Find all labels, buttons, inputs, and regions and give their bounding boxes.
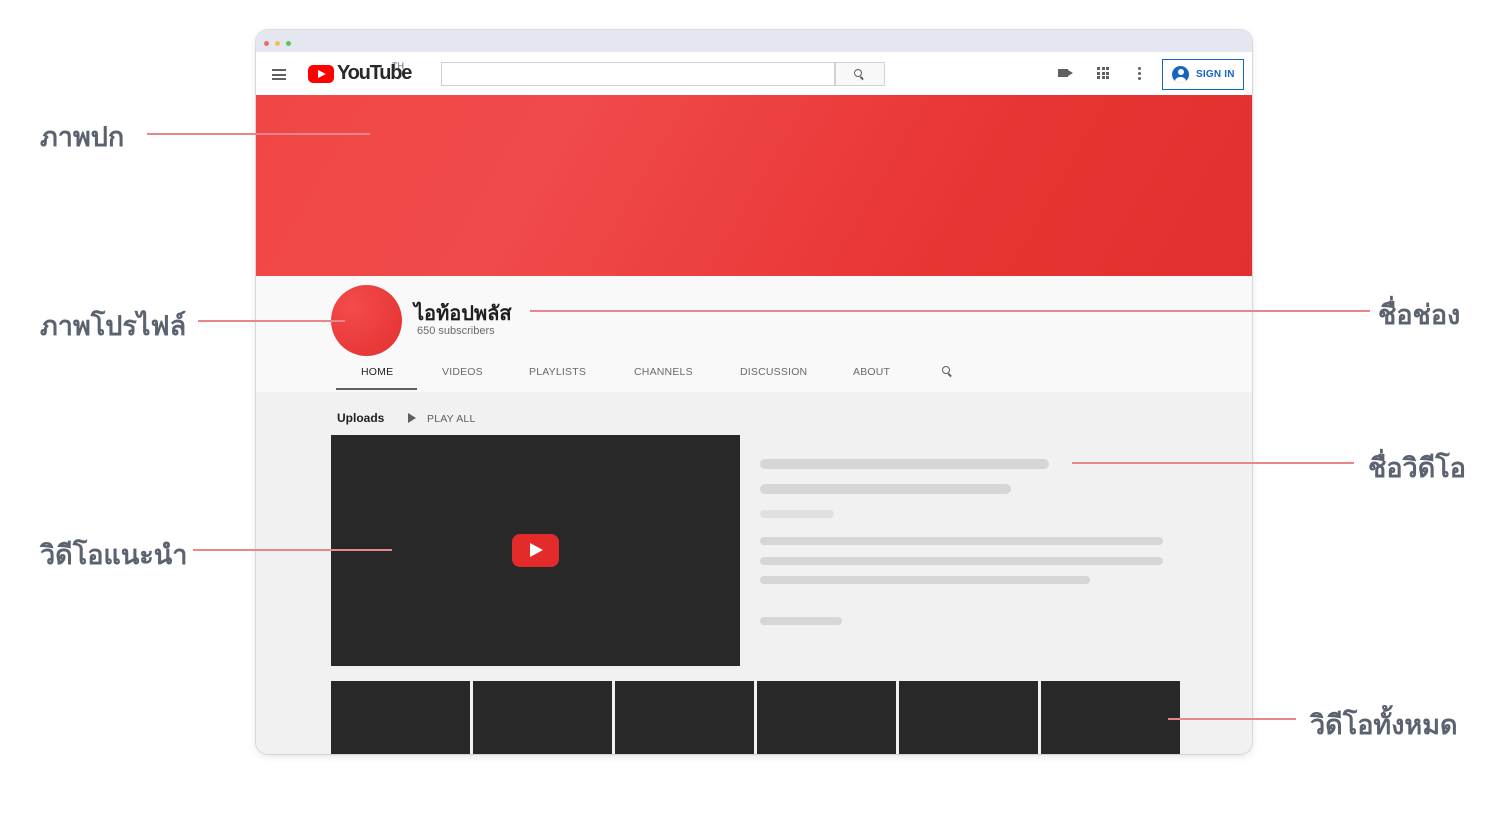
video-title-callout-line xyxy=(1072,462,1354,464)
read-more-placeholder xyxy=(760,617,842,625)
channel-name-callout-line xyxy=(530,310,1370,312)
cover-callout-line xyxy=(147,133,370,135)
more-options-icon[interactable] xyxy=(1138,67,1141,82)
channel-header: ไอท้อปพลัส 650 subscribers HOME VIDEOS P… xyxy=(256,276,1252,392)
tab-home[interactable]: HOME xyxy=(361,366,393,378)
active-tab-indicator xyxy=(336,388,417,390)
video-description-placeholder xyxy=(760,537,1163,545)
video-thumbnail[interactable] xyxy=(615,681,754,754)
tab-playlists[interactable]: PLAYLISTS xyxy=(529,366,586,378)
video-thumbnail[interactable] xyxy=(331,681,470,754)
play-button-icon[interactable] xyxy=(512,534,559,567)
tab-channels[interactable]: CHANNELS xyxy=(634,366,693,378)
menu-icon[interactable] xyxy=(272,69,286,83)
sign-in-button[interactable]: SIGN IN xyxy=(1162,59,1244,90)
create-video-icon[interactable] xyxy=(1058,69,1073,77)
search-input[interactable] xyxy=(441,62,835,86)
cover-callout-label: ภาพปก xyxy=(40,122,125,152)
youtube-header: YouTube TH SIGN IN xyxy=(256,52,1252,95)
tab-about[interactable]: ABOUT xyxy=(853,366,890,378)
video-meta-placeholder xyxy=(760,510,834,518)
channel-name-callout-label: ชื่อช่อง xyxy=(1378,300,1461,330)
maximize-dot-icon[interactable] xyxy=(286,41,291,46)
browser-window: YouTube TH SIGN IN ไอท้อปพลัส 650 subscr… xyxy=(256,30,1252,754)
profile-callout-line xyxy=(198,320,345,322)
search-button[interactable] xyxy=(835,62,885,86)
account-icon xyxy=(1172,66,1189,83)
play-all-button[interactable]: PLAY ALL xyxy=(427,413,476,425)
video-title-placeholder xyxy=(760,484,1011,494)
video-description-placeholder xyxy=(760,557,1163,565)
all-videos-callout-label: วิดีโอทั้งหมด xyxy=(1310,710,1458,740)
subscriber-count: 650 subscribers xyxy=(417,325,495,337)
video-thumbnail[interactable] xyxy=(757,681,896,754)
uploads-heading: Uploads xyxy=(337,411,385,425)
all-videos-callout-line xyxy=(1168,718,1296,720)
channel-banner xyxy=(256,95,1252,276)
video-thumbnail[interactable] xyxy=(899,681,1038,754)
video-title-placeholder xyxy=(760,459,1049,469)
window-titlebar xyxy=(256,30,1252,52)
search-icon xyxy=(854,69,862,77)
play-icon[interactable] xyxy=(408,413,416,423)
video-title-callout-label: ชื่อวิดีโอ xyxy=(1368,453,1466,483)
sign-in-label: SIGN IN xyxy=(1196,69,1235,80)
featured-video-callout-line xyxy=(193,549,392,551)
youtube-play-logo-icon[interactable] xyxy=(308,65,334,83)
video-description-placeholder xyxy=(760,576,1090,584)
tab-videos[interactable]: VIDEOS xyxy=(442,366,483,378)
minimize-dot-icon[interactable] xyxy=(275,41,280,46)
profile-callout-label: ภาพโปรไฟล์ xyxy=(40,311,187,341)
video-thumbnail[interactable] xyxy=(473,681,612,754)
channel-content: Uploads PLAY ALL xyxy=(256,392,1252,754)
country-code: TH xyxy=(392,61,404,71)
video-thumbnail[interactable] xyxy=(1041,681,1180,754)
close-dot-icon[interactable] xyxy=(264,41,269,46)
featured-video[interactable] xyxy=(331,435,740,666)
featured-video-callout-label: วิดีโอแนะนำ xyxy=(40,540,188,570)
channel-search-icon[interactable] xyxy=(942,366,950,374)
tab-discussion[interactable]: DISCUSSION xyxy=(740,366,807,378)
apps-grid-icon[interactable] xyxy=(1097,67,1109,79)
